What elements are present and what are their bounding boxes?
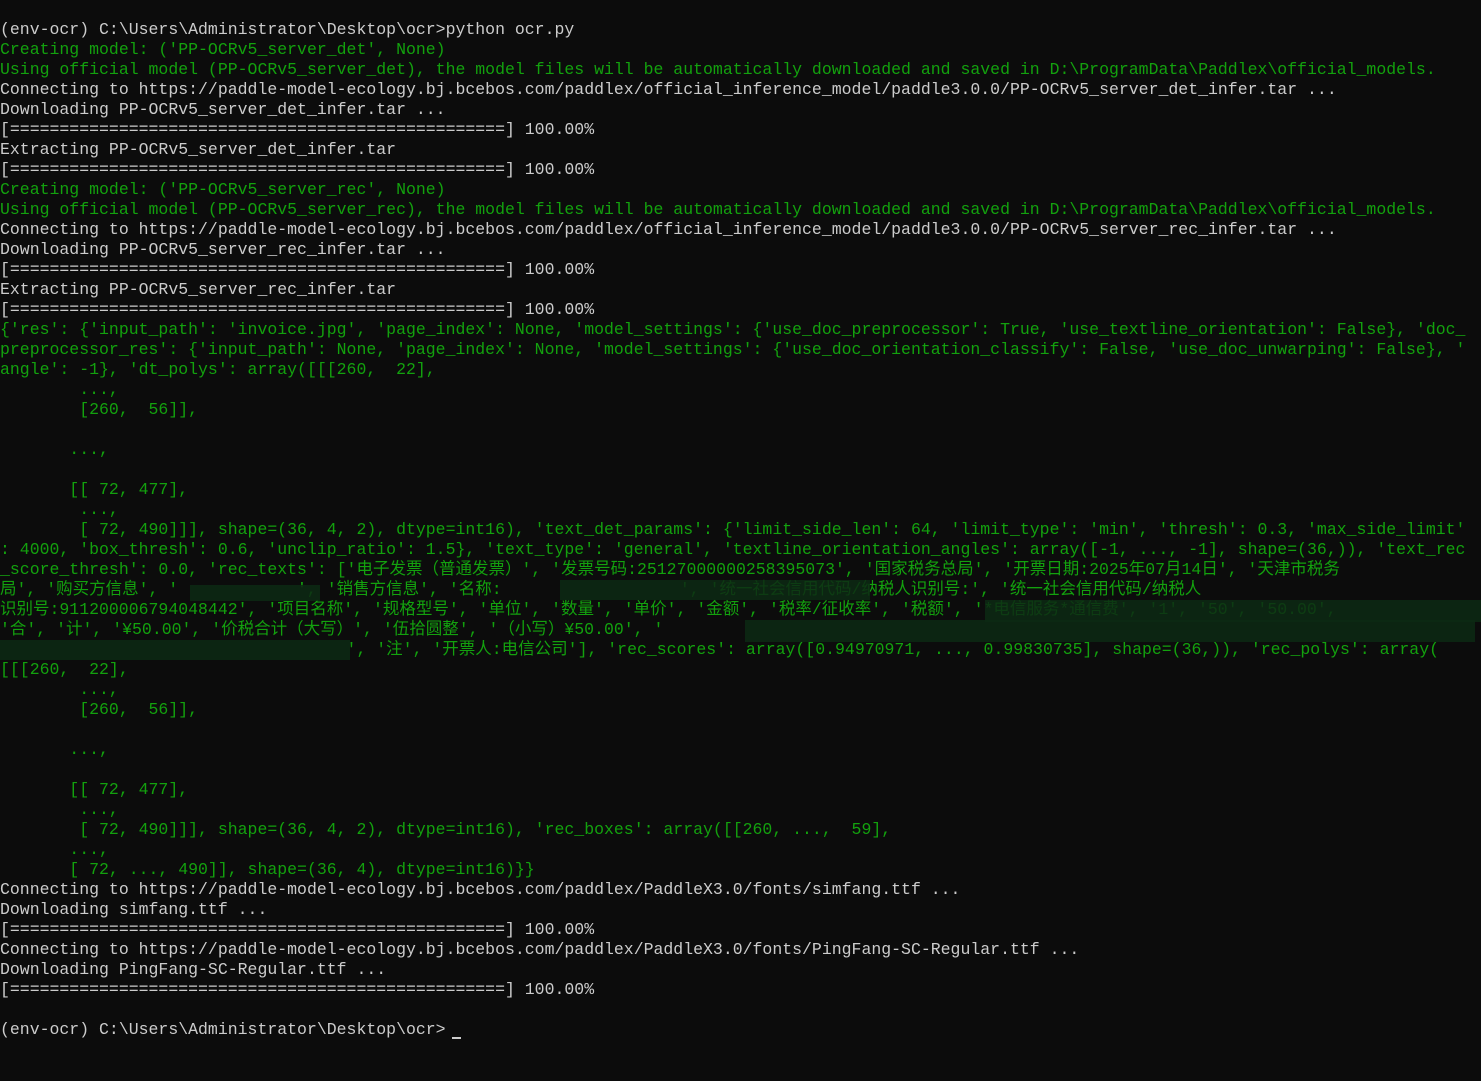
terminal-line: {'res': {'input_path': 'invoice.jpg', 'p… (0, 320, 1466, 339)
terminal-line: ..., (0, 440, 109, 459)
terminal-line: Connecting to https://paddle-model-ecolo… (0, 940, 1080, 959)
terminal-line: [[[260, 22], (0, 660, 129, 679)
terminal-line: Downloading PingFang-SC-Regular.ttf ... (0, 960, 387, 979)
terminal-line: angle': -1}, 'dt_polys': array([[[260, 2… (0, 360, 436, 379)
terminal-line: _score_thresh': 0.0, 'rec_texts': ['电子发票… (0, 560, 1340, 579)
terminal-line: Using official model (PP-OCRv5_server_re… (0, 200, 1436, 219)
terminal-line: Connecting to https://paddle-model-ecolo… (0, 880, 961, 899)
terminal-line: ..., (0, 800, 119, 819)
terminal-output[interactable]: (env-ocr) C:\Users\Administrator\Desktop… (0, 0, 1481, 1081)
terminal-line: ..., (0, 840, 109, 859)
terminal-line: preprocessor_res': {'input_path': None, … (0, 340, 1466, 359)
terminal-line: [260, 56]], (0, 400, 199, 419)
terminal-line: ..., (0, 500, 119, 519)
terminal-line: (env-ocr) C:\Users\Administrator\Desktop… (0, 20, 575, 39)
terminal-line: Using official model (PP-OCRv5_server_de… (0, 60, 1436, 79)
terminal-line: [=======================================… (0, 120, 595, 139)
terminal-line: Downloading PP-OCRv5_server_rec_infer.ta… (0, 240, 446, 259)
terminal-line: (env-ocr) C:\Users\Administrator\Desktop… (0, 1020, 446, 1039)
terminal-line: [ 72, ..., 490]], shape=(36, 4), dtype=i… (0, 860, 535, 879)
redacted-block (190, 585, 320, 601)
text-cursor (452, 1037, 461, 1039)
redacted-block (560, 580, 870, 600)
terminal-line: Creating model: ('PP-OCRv5_server_rec', … (0, 180, 446, 199)
terminal-line: [260, 56]], (0, 700, 199, 719)
terminal-line: [=======================================… (0, 160, 595, 179)
terminal-line: Extracting PP-OCRv5_server_rec_infer.tar (0, 280, 397, 299)
terminal-line: Creating model: ('PP-OCRv5_server_det', … (0, 40, 446, 59)
terminal-line: ..., (0, 680, 119, 699)
terminal-line: [ 72, 490]]], shape=(36, 4, 2), dtype=in… (0, 520, 1466, 539)
terminal-line: [ 72, 490]]], shape=(36, 4, 2), dtype=in… (0, 820, 892, 839)
redacted-block (745, 620, 1475, 642)
redacted-block (985, 600, 1481, 622)
terminal-line: [=======================================… (0, 980, 595, 999)
terminal-line: '合', '计', '¥50.00', '价税合计（大写）', '伍拾圆整', … (0, 620, 664, 639)
terminal-line: [[ 72, 477], (0, 780, 189, 799)
terminal-line: Extracting PP-OCRv5_server_det_infer.tar (0, 140, 397, 159)
terminal-line: Connecting to https://paddle-model-ecolo… (0, 220, 1337, 239)
terminal-line: Downloading PP-OCRv5_server_det_infer.ta… (0, 100, 446, 119)
terminal-line: [=======================================… (0, 260, 595, 279)
terminal-line: [[ 72, 477], (0, 480, 189, 499)
terminal-line: ..., (0, 740, 109, 759)
terminal-line: [=======================================… (0, 300, 595, 319)
terminal-line: Connecting to https://paddle-model-ecolo… (0, 80, 1337, 99)
terminal-line: : 4000, 'box_thresh': 0.6, 'unclip_ratio… (0, 540, 1466, 559)
terminal-line: [=======================================… (0, 920, 595, 939)
redacted-block (0, 640, 350, 660)
terminal-line: ..., (0, 380, 119, 399)
terminal-line: Downloading simfang.ttf ... (0, 900, 268, 919)
